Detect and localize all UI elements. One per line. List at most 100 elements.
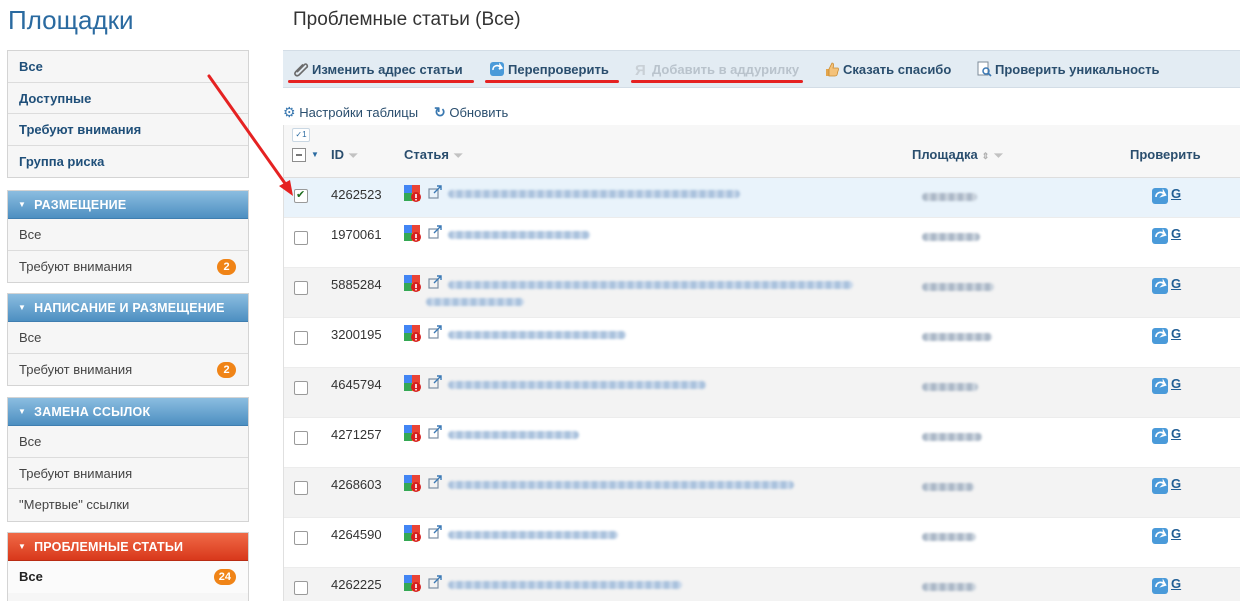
recheck-icon[interactable] [1151,477,1169,495]
section-problem-articles-header[interactable]: ▼ ПРОБЛЕМНЫЕ СТАТЬИ [8,533,248,561]
recheck-button[interactable]: Перепроверить [489,61,609,77]
row-checkbox[interactable] [294,581,308,595]
external-link-icon[interactable] [428,375,442,389]
recheck-icon[interactable] [1151,227,1169,245]
table-row[interactable]: 4264590 G [284,518,1240,568]
table-row[interactable]: 5885284 G [284,268,1240,318]
sidebar-item-problem-all[interactable]: Все 24 [8,561,248,593]
section-link-replacement-header[interactable]: ▼ ЗАМЕНА ССЫЛОК [8,398,248,426]
sidebar-item-links-attention[interactable]: Требуют внимания [8,458,248,489]
site-link[interactable] [922,333,992,341]
google-index-icon[interactable] [404,275,422,293]
google-index-icon[interactable] [404,475,422,493]
sidebar-item-need-attention[interactable]: Требуют внимания [8,114,248,146]
site-link[interactable] [922,193,977,201]
google-check-link[interactable]: G [1171,326,1181,341]
site-link[interactable] [922,483,974,491]
recheck-icon[interactable] [1151,187,1169,205]
google-check-link[interactable]: G [1171,476,1181,491]
article-link[interactable] [448,481,794,489]
google-check-link[interactable]: G [1171,576,1181,591]
site-link[interactable] [922,533,976,541]
table-row[interactable]: 4271257 G [284,418,1240,468]
recheck-icon[interactable] [1151,377,1169,395]
site-link[interactable] [922,433,982,441]
site-link[interactable] [922,283,994,291]
row-checkbox[interactable] [294,381,308,395]
google-index-icon[interactable] [404,525,422,543]
sidebar-item-placement-all[interactable]: Все [8,219,248,251]
google-check-link[interactable]: G [1171,226,1181,241]
table-row[interactable]: 4262523 G [284,178,1240,218]
google-index-icon[interactable] [404,575,422,593]
add-addurilka-button[interactable]: Я Добавить в аддурилку [633,61,799,77]
article-link[interactable] [448,531,618,539]
article-link[interactable] [448,331,626,339]
google-index-icon[interactable] [404,325,422,343]
google-check-link[interactable]: G [1171,376,1181,391]
google-check-link[interactable]: G [1171,526,1181,541]
external-link-icon[interactable] [428,225,442,239]
table-row[interactable]: 4645794 G [284,368,1240,418]
article-link[interactable] [448,190,740,198]
table-row[interactable]: 4262225 G [284,568,1240,601]
external-link-icon[interactable] [428,575,442,589]
recheck-icon[interactable] [1151,277,1169,295]
sidebar-item-available[interactable]: Доступные [8,83,248,114]
row-checkbox[interactable] [294,281,308,295]
col-article-header[interactable]: Статья ⏷ [404,147,463,163]
google-check-link[interactable]: G [1171,426,1181,441]
filter-icon[interactable]: ⏷ [454,150,463,163]
chevron-down-icon[interactable]: ▼ [311,150,319,159]
google-index-icon[interactable] [404,185,422,203]
sidebar-item-dead-links[interactable]: "Мертвые" ссылки [8,489,248,521]
change-url-button[interactable]: Изменить адрес статьи [293,61,463,77]
row-checkbox[interactable] [294,481,308,495]
site-link[interactable] [922,583,976,591]
row-checkbox[interactable] [294,531,308,545]
recheck-icon[interactable] [1151,577,1169,595]
filter-icon[interactable]: ⏷ [349,150,358,163]
table-row[interactable]: 4268603 G [284,468,1240,518]
article-link[interactable] [448,231,590,239]
external-link-icon[interactable] [428,475,442,489]
article-link[interactable] [448,381,706,389]
google-index-icon[interactable] [404,225,422,243]
sidebar-item-writing-attention[interactable]: Требуют внимания 2 [8,354,248,386]
google-index-icon[interactable] [404,375,422,393]
article-link[interactable] [448,581,682,589]
section-writing-placement-header[interactable]: ▼ НАПИСАНИЕ И РАЗМЕЩЕНИЕ [8,294,248,322]
section-placement-header[interactable]: ▼ РАЗМЕЩЕНИЕ [8,191,248,219]
col-site-header[interactable]: Площадка ⇕ ⏷ [912,147,1003,163]
check-uniqueness-button[interactable]: Проверить уникальность [976,61,1159,77]
sidebar-item-links-all[interactable]: Все [8,426,248,458]
table-settings-link[interactable]: ⚙ Настройки таблицы [283,104,418,121]
refresh-link[interactable]: ↻ Обновить [434,104,508,121]
col-id-header[interactable]: ID ⏷ [331,147,358,163]
external-link-icon[interactable] [428,275,442,289]
google-index-icon[interactable] [404,425,422,443]
article-link-wrap[interactable] [426,298,524,306]
google-check-link[interactable]: G [1171,276,1181,291]
table-row[interactable]: 3200195 G [284,318,1240,368]
sort-icon[interactable]: ⇕ [982,151,990,162]
article-link[interactable] [448,281,853,289]
say-thanks-button[interactable]: Сказать спасибо [824,61,951,77]
row-checkbox[interactable] [294,231,308,245]
external-link-icon[interactable] [428,425,442,439]
article-link[interactable] [448,431,579,439]
external-link-icon[interactable] [428,325,442,339]
sidebar-item-writing-all[interactable]: Все [8,322,248,354]
recheck-icon[interactable] [1151,327,1169,345]
select-all-checkbox[interactable] [292,148,306,162]
google-check-link[interactable]: G [1171,186,1181,201]
recheck-icon[interactable] [1151,427,1169,445]
row-checkbox[interactable] [294,431,308,445]
external-link-icon[interactable] [428,185,442,199]
site-link[interactable] [922,233,980,241]
filter-icon[interactable]: ⏷ [994,150,1003,163]
table-row[interactable]: 1970061 G [284,218,1240,268]
row-checkbox[interactable] [294,331,308,345]
sidebar-item-placement-attention[interactable]: Требуют внимания 2 [8,251,248,283]
external-link-icon[interactable] [428,525,442,539]
